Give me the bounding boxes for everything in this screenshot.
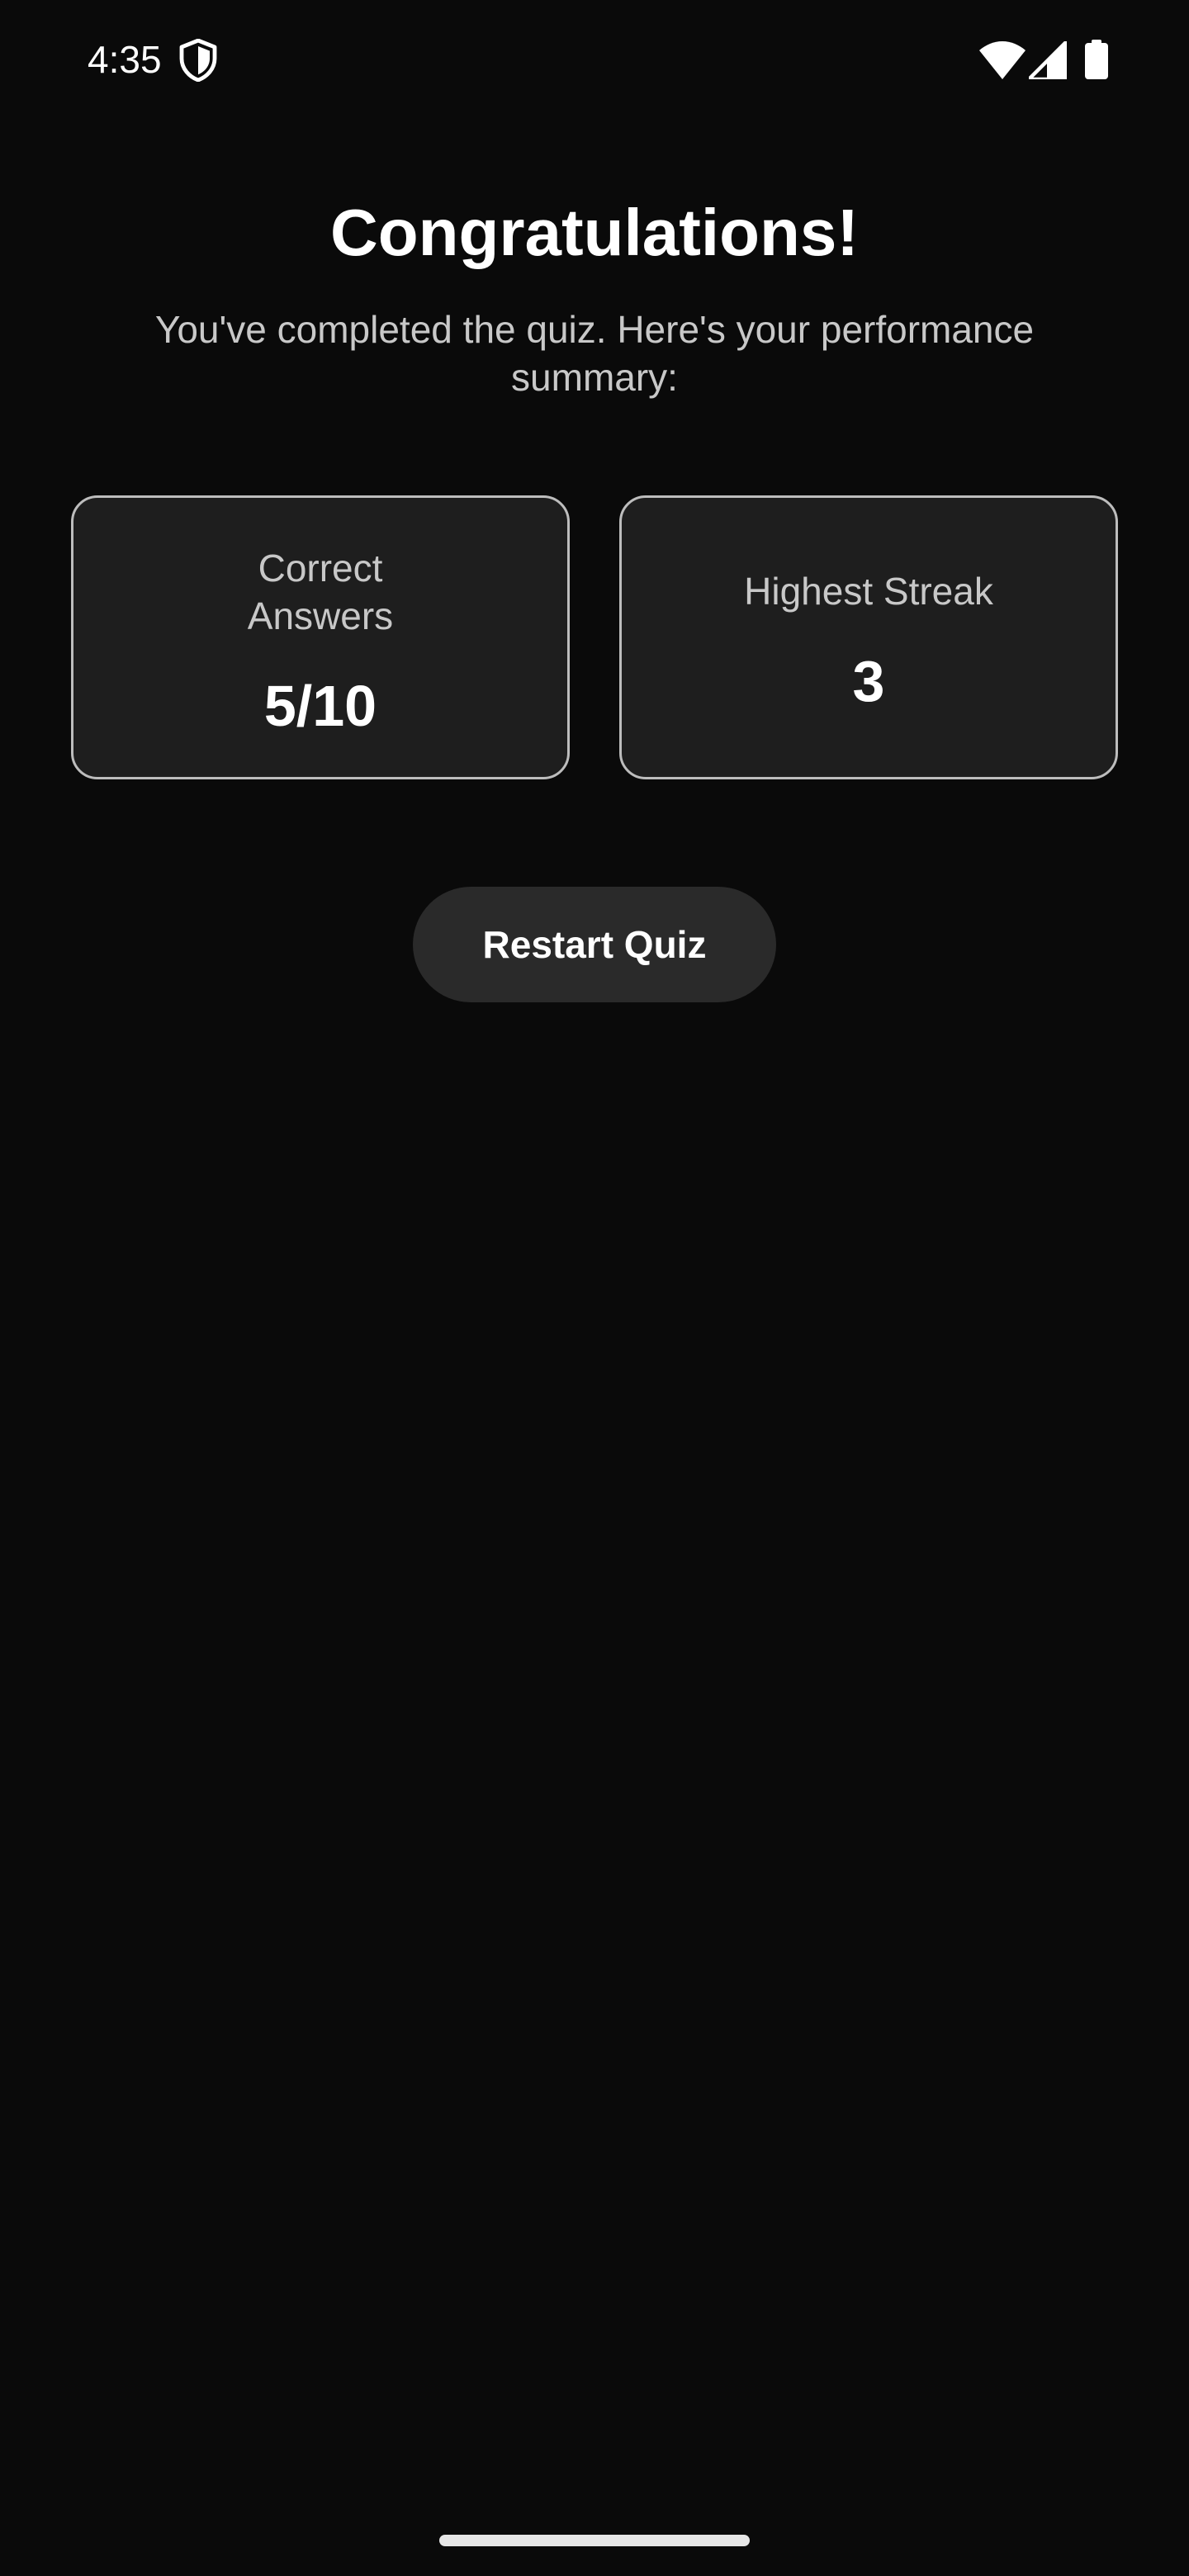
wifi-icon [979, 41, 1026, 79]
signal-icon [1029, 41, 1067, 79]
status-bar: 4:35 [0, 0, 1189, 116]
stat-value: 5/10 [263, 674, 377, 738]
stat-card-highest-streak: Highest Streak 3 [619, 495, 1118, 779]
stat-card-correct-answers: Correct Answers 5/10 [71, 495, 570, 779]
home-indicator[interactable] [439, 2535, 750, 2546]
stat-value: 3 [852, 649, 885, 713]
shield-icon [179, 39, 217, 82]
status-time: 4:35 [88, 38, 162, 81]
stat-label: Correct Answers [247, 547, 394, 637]
page-title: Congratulations! [330, 196, 859, 269]
stat-label: Highest Streak [744, 570, 993, 613]
battery-icon [1085, 40, 1108, 79]
restart-quiz-button[interactable]: Restart Quiz [413, 887, 776, 1002]
page-subtitle: You've completed the quiz. Here's your p… [154, 308, 1035, 399]
